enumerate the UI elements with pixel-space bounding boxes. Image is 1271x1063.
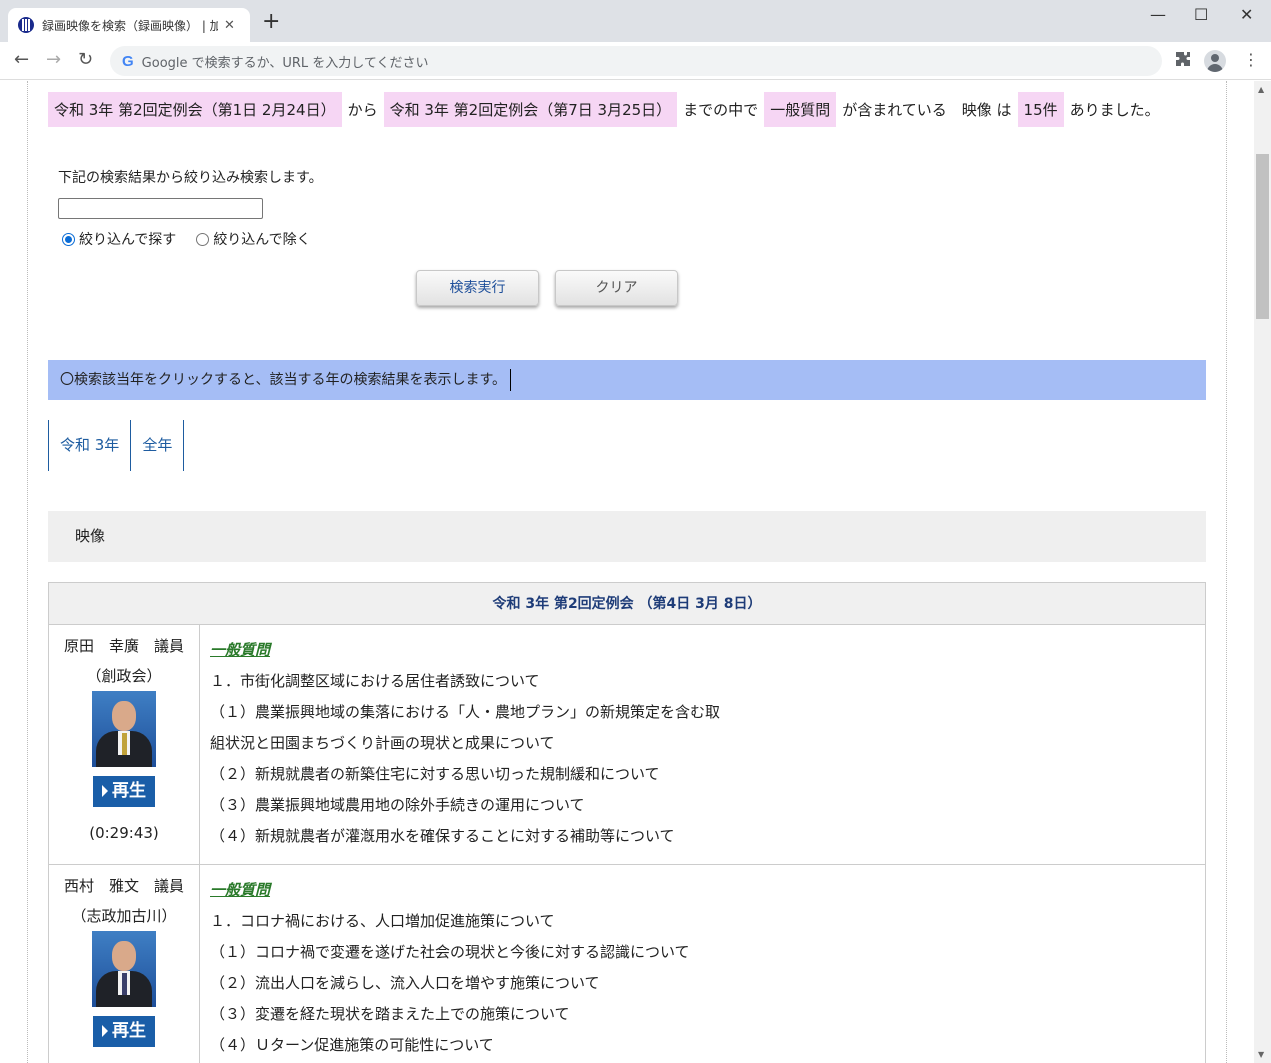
question-line: （３）変遷を経た現状を踏まえた上での施策について [210,1005,570,1023]
forward-button[interactable]: → [46,50,61,70]
year-notice-text: 〇検索該当年をクリックすると、該当する年の検索結果を表示します。 [60,372,507,388]
tab-close-icon[interactable]: ✕ [224,18,235,33]
table-row: 原田 幸廣 議員 （創政会） 再生 (0:29:43) 一般質問 １．市街化調整… [49,625,1205,865]
scroll-down-icon[interactable]: ▼ [1258,1050,1264,1059]
radio-exclude[interactable] [196,232,210,246]
summary-made: までの中で [683,101,759,119]
summary-keyword: 一般質問 [764,92,837,127]
site-favicon-icon [18,17,34,33]
new-tab-button[interactable]: + [262,11,280,33]
speaker-party: （志政加古川） [71,907,177,925]
search-execute-button[interactable]: 検索実行 [416,270,539,306]
question-line: （１）コロナ禍で変遷を遂げた社会の現状と今後に対する認識について [210,943,690,961]
speaker-name: 西村 雅文 議員 [63,877,184,895]
page-content: 令和 3年 第2回定例会（第1日 2月24日） から 令和 3年 第2回定例会（… [27,81,1227,1063]
video-section-header: 映像 [48,511,1206,562]
page-scrollbar[interactable]: ▲ ▼ [1254,81,1271,1063]
browser-tab[interactable]: 録画映像を検索（録画映像） | 加 ✕ [8,8,250,42]
question-detail: 一般質問 １．市街化調整区域における居住者誘致について （１）農業振興地域の集落… [200,625,1205,864]
scroll-up-icon[interactable]: ▲ [1258,85,1264,94]
meeting-title: 令和 3年 第2回定例会 （第4日 3月 8日） [49,583,1205,625]
search-summary: 令和 3年 第2回定例会（第1日 2月24日） から 令和 3年 第2回定例会（… [48,92,1166,127]
year-tab-all[interactable]: 全年 [130,420,185,471]
speaker-cell: 原田 幸廣 議員 （創政会） 再生 (0:29:43) [49,625,200,864]
summary-kara: から [347,101,378,119]
browser-toolbar: ← → ↻ G Google で検索するか、URL を入力してください ⋮ [0,42,1271,80]
text-caret [510,369,512,391]
speaker-name: 原田 幸廣 議員 [63,637,184,655]
video-duration: (0:29:43) [89,824,159,842]
clear-button[interactable]: クリア [555,270,678,306]
close-window-button[interactable]: ✕ [1240,6,1253,24]
question-line: １．コロナ禍における、人口増加促進施策について [210,912,555,930]
question-topic-link[interactable]: 一般質問 [210,879,1195,901]
radio-exclude-label[interactable]: 絞り込んで除く [213,229,310,249]
results-table: 令和 3年 第2回定例会 （第4日 3月 8日） 原田 幸廣 議員 （創政会） … [48,582,1206,1063]
browser-titlebar: 録画映像を検索（録画映像） | 加 ✕ + — ☐ ✕ [0,0,1271,42]
play-button[interactable]: 再生 [93,1016,155,1047]
summary-from-meeting: 令和 3年 第2回定例会（第1日 2月24日） [48,92,342,127]
refine-search-input[interactable] [58,198,263,219]
summary-ending: ありました。 [1069,101,1160,119]
question-line: （４）Ｕターン促進施策の可能性について [210,1036,494,1054]
play-icon [102,1025,108,1037]
speaker-cell: 西村 雅文 議員 （志政加古川） 再生 [49,865,200,1063]
speaker-photo [92,691,156,767]
question-line: （４）新規就農者が灌漑用水を確保することに対する補助等について [210,827,675,845]
refine-mode-radios: 絞り込んで探す 絞り込んで除く [62,229,311,249]
page-viewport: 令和 3年 第2回定例会（第1日 2月24日） から 令和 3年 第2回定例会（… [0,81,1254,1063]
year-notice-bar: 〇検索該当年をクリックすると、該当する年の検索結果を表示します。 [48,360,1206,400]
question-topic-link[interactable]: 一般質問 [210,639,1195,661]
question-line: （２）新規就農者の新築住宅に対する思い切った規制緩和について [210,765,660,783]
radio-include-label[interactable]: 絞り込んで探す [79,229,176,249]
extensions-icon[interactable] [1175,51,1191,71]
question-line: （１）農業振興地域の集落における「人・農地プラン」の新規策定を含む取 [210,703,721,721]
tab-title: 録画映像を検索（録画映像） | 加 [42,18,218,33]
question-line: 組状況と田園まちづくり計画の現状と成果について [210,734,555,752]
question-detail: 一般質問 １．コロナ禍における、人口増加促進施策について （１）コロナ禍で変遷を… [200,865,1205,1063]
radio-include[interactable] [62,232,75,246]
minimize-button[interactable]: — [1150,6,1166,24]
table-row: 西村 雅文 議員 （志政加古川） 再生 一般質問 １．コロナ禍における、人口増加… [49,865,1205,1063]
refine-label: 下記の検索結果から絞り込み検索します。 [58,170,323,186]
summary-to-meeting: 令和 3年 第2回定例会（第7日 3月25日） [383,92,678,127]
year-tabs: 令和 3年 全年 [48,420,185,471]
question-line: （３）農業振興地域農用地の除外手続きの運用について [210,796,585,814]
maximize-button[interactable]: ☐ [1194,6,1208,24]
address-bar-placeholder: Google で検索するか、URL を入力してください [141,55,429,71]
summary-count: 15件 [1017,92,1064,127]
question-line: （２）流出人口を減らし、流入人口を増やす施策について [210,974,600,992]
speaker-photo [92,931,156,1007]
question-line: １．市街化調整区域における居住者誘致について [210,672,540,690]
profile-avatar[interactable] [1204,50,1226,72]
year-tab-reiwa3[interactable]: 令和 3年 [48,420,130,471]
reload-button[interactable]: ↻ [78,50,93,70]
browser-menu-icon[interactable]: ⋮ [1243,50,1259,70]
play-button[interactable]: 再生 [93,776,155,807]
play-icon [102,785,108,797]
scrollbar-thumb[interactable] [1256,154,1269,319]
summary-contains: が含まれている 映像 は [842,101,1012,119]
back-button[interactable]: ← [14,50,29,70]
speaker-party: （創政会） [86,667,162,685]
address-bar[interactable]: G Google で検索するか、URL を入力してください [110,46,1162,76]
google-icon: G [122,52,134,70]
